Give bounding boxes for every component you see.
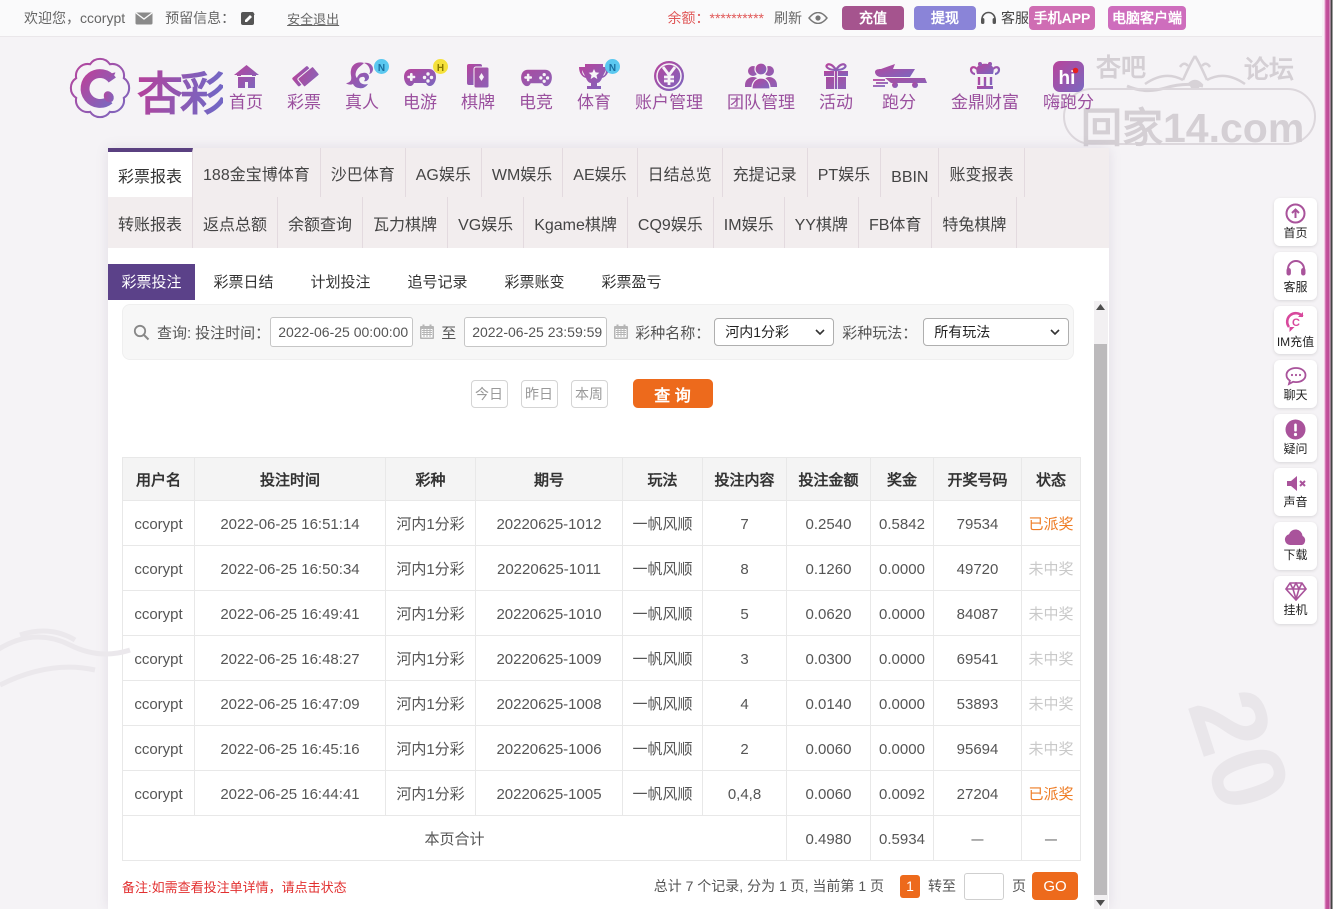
svg-text:C: C xyxy=(1292,317,1300,329)
